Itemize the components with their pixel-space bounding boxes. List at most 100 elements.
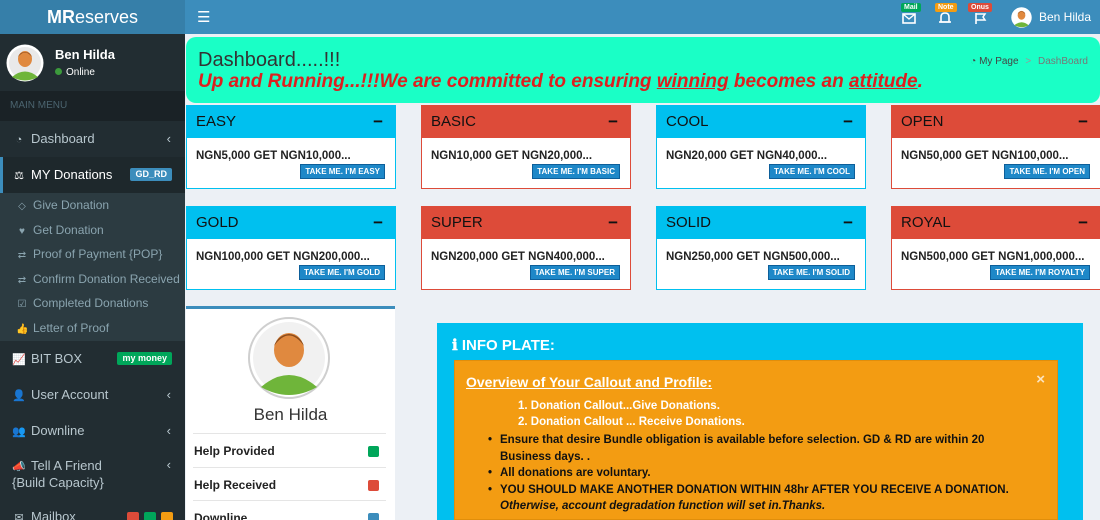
app-logo[interactable]: MReserves xyxy=(0,0,185,34)
take-me-solid-button[interactable]: TAKE ME. I'M SOLID xyxy=(767,265,855,280)
minimize-icon[interactable]: − xyxy=(608,207,618,239)
donations-submenu: ◇ Give Donation ♥ Get Donation ⇄ Proof of P… xyxy=(0,193,185,341)
sidebar-item-tell-a-friend[interactable]: 📣 Tell A Friend {Build Capacity} ‹ xyxy=(0,449,185,499)
package-box-gold: GOLD − NGN100,000 GET NGN200,000... TAKE … xyxy=(186,206,396,290)
top-user-avatar xyxy=(1011,7,1032,28)
breadcrumb-current: DashBoard xyxy=(1037,56,1088,67)
sidebar-item-confirm-donation[interactable]: ⇄ Confirm Donation Received xyxy=(0,267,185,292)
chevron-left-icon: ‹ xyxy=(166,456,171,472)
sidebar-item-user-account[interactable]: 👤 User Account ‹ xyxy=(0,377,185,413)
page-subtitle: Up and Running...!!!We are committed to … xyxy=(198,71,923,92)
page-title: Dashboard.....!!! xyxy=(198,49,341,71)
package-box-cool: COOL − NGN20,000 GET NGN40,000... TAKE ME… xyxy=(656,105,866,189)
minimize-icon[interactable]: − xyxy=(608,106,618,138)
sidebar-item-dashboard[interactable]: ◔ Dashboard ‹ xyxy=(0,121,185,157)
info-alert: Overview of Your Callout and Profile: × … xyxy=(454,360,1058,520)
sidebar-item-get-donation[interactable]: ♥ Get Donation xyxy=(0,218,185,243)
main-menu-header: MAIN MENU xyxy=(0,91,185,121)
thumbs-up-icon: 👍 xyxy=(16,323,29,335)
take-me-super-button[interactable]: TAKE ME. I'M SUPER xyxy=(529,265,620,280)
onus-badge: Onus xyxy=(968,3,992,12)
take-me-easy-button[interactable]: TAKE ME. I'M EASY xyxy=(300,164,385,179)
list-item: 1. Donation Callout...Give Donations. xyxy=(518,400,720,412)
user-avatar xyxy=(6,44,44,82)
minimize-icon[interactable]: − xyxy=(373,207,383,239)
minimize-icon[interactable]: − xyxy=(373,106,383,138)
package-box-easy: EASY − NGN5,000 GET NGN10,000... TAKE ME.… xyxy=(186,105,396,189)
top-user-name: Ben Hilda xyxy=(1039,10,1092,24)
sidebar-item-letter-of-proof[interactable]: 👍 Letter of Proof xyxy=(0,316,185,341)
sidebar-item-mailbox[interactable]: ✉ Mailbox xyxy=(0,499,185,520)
info-plate-title: ℹ INFO PLATE: xyxy=(452,337,555,354)
sidebar-item-my-donations[interactable]: ⚖ MY Donations GD_RD xyxy=(0,157,185,193)
take-me-open-button[interactable]: TAKE ME. I'M OPEN xyxy=(1004,164,1090,179)
sidebar-user-name: Ben Hilda xyxy=(55,47,115,62)
green-indicator xyxy=(368,446,379,457)
list-item: 2. Donation Callout ... Receive Donation… xyxy=(518,416,745,428)
sidebar-item-completed-donations[interactable]: ☑ Completed Donations xyxy=(0,291,185,316)
user-icon: 👤 xyxy=(12,389,26,402)
chevron-left-icon: ‹ xyxy=(166,422,171,438)
breadcrumb-home[interactable]: My Page xyxy=(979,56,1018,67)
list-item: • Ensure that desire Bundle obligation is… xyxy=(488,434,985,463)
sidebar-item-give-donation[interactable]: ◇ Give Donation xyxy=(0,193,185,218)
take-me-cool-button[interactable]: TAKE ME. I'M COOL xyxy=(769,164,855,179)
red-indicator xyxy=(368,480,379,491)
mail-green-indicator xyxy=(144,511,156,520)
diamond-icon: ◇ xyxy=(18,201,26,212)
package-box-solid: SOLID − NGN250,000 GET NGN500,000... TAKE… xyxy=(656,206,866,290)
breadcrumb: ◔ My Page > DashBoard xyxy=(970,56,1088,67)
info-icon: ℹ xyxy=(452,337,462,354)
exchange-icon: ⇄ xyxy=(17,250,27,262)
info-heading: Overview of Your Callout and Profile: xyxy=(466,374,713,390)
hamburger-menu-icon[interactable]: ☰ xyxy=(197,8,210,26)
dashboard-icon: ◔ xyxy=(970,56,977,67)
chevron-left-icon: ‹ xyxy=(166,386,171,402)
line-chart-icon: 📈 xyxy=(12,353,26,366)
top-navbar: ☰ Mail Note Onus Ben Hilda xyxy=(185,0,1100,34)
exchange-icon: ⇄ xyxy=(17,274,27,286)
profile-card: Ben Hilda Help Provided Help Received Do… xyxy=(186,306,395,520)
heart-icon: ♥ xyxy=(19,225,25,237)
minimize-icon[interactable]: − xyxy=(843,207,853,239)
user-panel: Ben Hilda Online xyxy=(0,34,185,91)
blue-indicator xyxy=(368,513,379,520)
check-square-icon: ☑ xyxy=(17,299,27,311)
bullhorn-icon: 📣 xyxy=(12,460,26,473)
gd-rd-badge: GD_RD xyxy=(130,168,172,181)
package-box-super: SUPER − NGN200,000 GET NGN400,000... TAKE… xyxy=(421,206,631,290)
list-item: • YOU SHOULD MAKE ANOTHER DONATION WITHIN… xyxy=(488,484,1009,512)
take-me-basic-button[interactable]: TAKE ME. I'M BASIC xyxy=(532,164,620,179)
minimize-icon[interactable]: − xyxy=(1078,207,1088,239)
top-user-menu[interactable]: Ben Hilda xyxy=(1011,7,1091,31)
mail-red-indicator xyxy=(127,511,139,520)
minimize-icon[interactable]: − xyxy=(1078,106,1088,138)
sidebar-item-downline[interactable]: 👥 Downline ‹ xyxy=(0,413,185,449)
take-me-royalty-button[interactable]: TAKE ME. I'M ROYALTY xyxy=(990,265,1090,280)
dashboard-header: Dashboard.....!!! Up and Running...!!!We… xyxy=(186,37,1100,103)
profile-name: Ben Hilda xyxy=(253,405,328,424)
package-box-basic: BASIC − NGN10,000 GET NGN20,000... TAKE M… xyxy=(421,105,631,189)
sidebar: MReserves Ben Hilda Online MAIN MENU ◔ Da… xyxy=(0,0,185,520)
downline-row[interactable]: Downline xyxy=(193,500,386,520)
minimize-icon[interactable]: − xyxy=(843,106,853,138)
users-icon: 👥 xyxy=(12,425,26,438)
user-status: Online xyxy=(55,67,95,78)
help-received-row[interactable]: Help Received xyxy=(193,467,386,501)
chevron-left-icon: ‹ xyxy=(166,131,171,146)
package-box-open: OPEN − NGN50,000 GET NGN100,000... TAKE M… xyxy=(891,105,1100,189)
profile-avatar xyxy=(248,317,330,399)
info-plate: ℹ INFO PLATE: Overview of Your Callout a… xyxy=(437,323,1083,520)
sidebar-item-proof-of-payment[interactable]: ⇄ Proof of Payment {POP} xyxy=(0,242,185,267)
sidebar-item-bit-box[interactable]: 📈 BIT BOX my money xyxy=(0,341,185,377)
envelope-icon: ✉ xyxy=(14,511,24,520)
mail-yellow-indicator xyxy=(161,511,173,520)
online-dot-icon xyxy=(55,68,62,75)
help-provided-row[interactable]: Help Provided xyxy=(193,433,386,467)
my-money-badge: my money xyxy=(117,351,172,365)
close-icon[interactable]: × xyxy=(1036,371,1045,388)
package-box-royal: ROYAL − NGN500,000 GET NGN1,000,000... TA… xyxy=(891,206,1100,290)
take-me-gold-button[interactable]: TAKE ME. I'M GOLD xyxy=(299,265,385,280)
mail-badge: Mail xyxy=(901,3,921,12)
dashboard-icon: ◔ xyxy=(15,134,23,146)
